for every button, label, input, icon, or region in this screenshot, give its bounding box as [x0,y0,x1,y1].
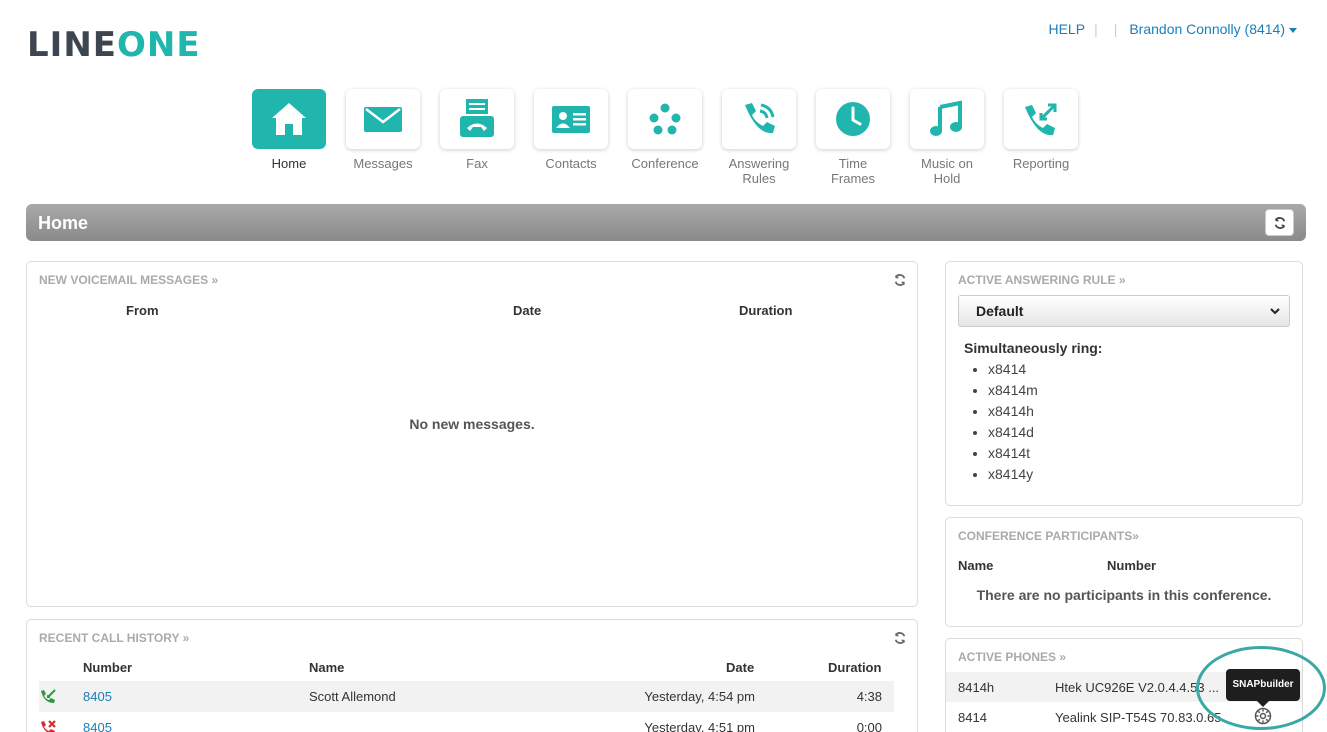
column-header-duration: Duration [739,303,792,318]
list-item: x8414t [988,443,1038,464]
column-header-name: Name [309,660,344,675]
phone-extension: 8414 [958,710,987,725]
list-item: x8414m [988,380,1038,401]
nav-reporting[interactable]: Reporting [1004,89,1078,186]
list-item: x8414 [988,359,1038,380]
refresh-icon [1273,216,1287,230]
voicemail-title[interactable]: NEW VOICEMAIL MESSAGES » [39,273,218,287]
nav-fax[interactable]: Fax [440,89,514,186]
conference-participants-panel: CONFERENCE PARTICIPANTS» Name Number The… [945,517,1303,627]
voicemail-panel: NEW VOICEMAIL MESSAGES » From Date Durat… [26,261,918,607]
fax-icon [440,89,514,149]
table-row: 8405 Scott Allemond Yesterday, 4:54 pm 4… [39,681,894,712]
logo-text-line: LINE [27,25,117,65]
nav-messages[interactable]: Messages [346,89,420,186]
answered-call-icon [39,688,57,706]
nav-label: Time Frames [816,156,890,186]
refresh-icon[interactable] [893,273,907,287]
column-header-date: Date [513,303,541,318]
ring-target-list: x8414 x8414m x8414h x8414d x8414t x8414y [988,359,1038,485]
list-item: x8414y [988,464,1038,485]
answering-rule-selected: Default [976,303,1023,319]
column-header-number: Number [1107,558,1156,573]
nav-label: Conference [631,156,698,171]
main-navigation: Home Messages Fax Contacts Conference An… [252,89,1098,186]
call-duration: 4:38 [857,689,882,704]
call-number-link[interactable]: 8405 [83,689,112,704]
nav-label: Contacts [545,156,596,171]
call-history-panel: RECENT CALL HISTORY » Number Name Date D… [26,619,918,732]
music-note-icon [910,89,984,149]
call-duration: 0:00 [857,720,882,732]
empty-message: There are no participants in this confer… [946,587,1302,603]
envelope-icon [346,89,420,149]
logo-text-one: ONE [117,25,201,65]
reporting-icon [1004,89,1078,149]
column-header-number: Number [83,660,132,675]
chevron-down-icon [1269,305,1281,317]
answering-rule-title[interactable]: ACTIVE ANSWERING RULE » [958,273,1126,287]
nav-label: Music on Hold [910,156,984,186]
call-history-title[interactable]: RECENT CALL HISTORY » [39,631,189,645]
call-date: Yesterday, 4:51 pm [644,720,755,732]
column-header-name: Name [958,558,993,573]
phone-model: Htek UC926E V2.0.4.4.53 ... [1055,680,1219,695]
conference-title[interactable]: CONFERENCE PARTICIPANTS» [958,529,1139,543]
user-name: Brandon Connolly (8414) [1129,21,1285,37]
nav-label: Home [272,156,307,171]
page-refresh-button[interactable] [1265,209,1294,236]
refresh-icon[interactable] [893,631,907,645]
top-navigation: HELP | | Brandon Connolly (8414) [1048,21,1297,37]
nav-label: Messages [353,156,412,171]
simultaneous-ring-label: Simultaneously ring: [964,340,1102,356]
list-item: x8414h [988,401,1038,422]
phone-extension: 8414h [958,680,994,695]
answering-rules-icon [722,89,796,149]
page-title: Home [38,213,88,234]
clock-icon [816,89,890,149]
contact-card-icon [534,89,608,149]
caret-down-icon [1289,28,1297,33]
nav-time-frames[interactable]: Time Frames [816,89,890,186]
table-row: 8405 Yesterday, 4:51 pm 0:00 [39,712,894,732]
divider: | [1114,21,1118,37]
column-header-date: Date [726,660,754,675]
column-header-duration: Duration [828,660,881,675]
missed-call-icon [39,719,57,732]
nav-label: Fax [466,156,488,171]
nav-answering-rules[interactable]: Answering Rules [722,89,796,186]
lineone-logo[interactable]: LINEONE [27,25,201,65]
column-header-from: From [126,303,159,318]
list-item: x8414d [988,422,1038,443]
phone-model: Yealink SIP-T54S 70.83.0.65 [1055,710,1221,725]
call-name: Scott Allemond [309,689,396,704]
answering-rule-select[interactable]: Default [958,295,1290,327]
nav-conference[interactable]: Conference [628,89,702,186]
active-phones-title[interactable]: ACTIVE PHONES » [958,650,1066,664]
nav-label: Reporting [1013,156,1069,171]
nav-contacts[interactable]: Contacts [534,89,608,186]
answering-rule-panel: ACTIVE ANSWERING RULE » Default Simultan… [945,261,1303,506]
empty-message: No new messages. [27,416,917,432]
call-number-link[interactable]: 8405 [83,720,112,732]
nav-music-on-hold[interactable]: Music on Hold [910,89,984,186]
user-menu[interactable]: Brandon Connolly (8414) [1129,21,1297,37]
home-icon [252,89,326,149]
help-link[interactable]: HELP [1048,21,1085,37]
nav-label: Answering Rules [722,156,796,186]
highlight-circle [1196,646,1326,730]
nav-home[interactable]: Home [252,89,326,186]
page-header: Home [26,204,1306,241]
call-date: Yesterday, 4:54 pm [644,689,755,704]
divider: | [1094,21,1098,37]
conference-icon [628,89,702,149]
